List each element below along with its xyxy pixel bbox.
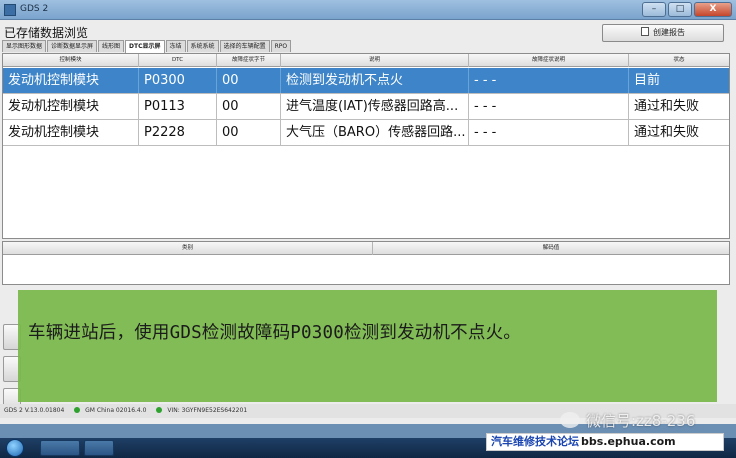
cell-module: 发动机控制模块	[3, 68, 139, 93]
cell-status: 通过和失败	[634, 99, 700, 114]
cell-dtc: P0113	[139, 94, 217, 119]
cell-status: 通过和失败	[634, 125, 700, 140]
detail-table: 类别 解码值	[2, 241, 730, 285]
wechat-id: 微信号:zz8-236	[586, 412, 696, 430]
column-header-decoded-value[interactable]: 解码值	[373, 242, 729, 255]
wechat-icon	[560, 412, 580, 428]
table-row[interactable]: 发动机控制模块 P0113 00 进气温度(IAT)传感器回路高... - - …	[3, 94, 729, 120]
taskbar-app-button[interactable]	[84, 440, 114, 456]
tab-diagnostic-data[interactable]: 诊断数据显示屏	[47, 40, 98, 52]
page-title: 已存储数据浏览	[4, 26, 89, 40]
app-icon	[4, 4, 16, 16]
tab-vehicle-config[interactable]: 选择的车辆配置	[219, 40, 270, 52]
tab-freeze[interactable]: 冻结	[165, 40, 186, 52]
detail-table-header: 类别 解码值	[3, 242, 729, 255]
cell-dtc: P0300	[139, 68, 217, 93]
cell-description: 大气压（BARO）传感器回路...	[281, 120, 469, 145]
caption-overlay: 车辆进站后，使用GDS检测故障码P0300检测到发动机不点火。	[18, 290, 717, 402]
document-icon	[641, 27, 649, 36]
wechat-watermark: 微信号:zz8-236	[560, 410, 695, 431]
status-data-version: GM China 02016.4.0	[85, 407, 147, 414]
taskbar-app-button[interactable]	[40, 440, 80, 456]
cell-description: 检测到发动机不点火	[281, 68, 469, 93]
tab-rpo[interactable]: RPO	[270, 40, 292, 52]
forum-name: 汽车维修技术论坛	[491, 435, 579, 448]
cell-description: 进气温度(IAT)传感器回路高...	[281, 94, 469, 119]
status-ok-icon	[156, 407, 163, 413]
dtc-table: 控制模块 DTC 故障症状字节 说明 故障症状说明 状态 发动机控制模块 P03…	[2, 53, 730, 239]
tab-bar: 显示图形数据 诊断数据显示屏 线形图 DTC显示屏 冻结 系统系统 选择的车辆配…	[2, 40, 292, 53]
tab-dtc-display[interactable]: DTC显示屏	[125, 40, 165, 53]
create-report-label: 创建报告	[653, 28, 685, 37]
dtc-table-header: 控制模块 DTC 故障症状字节 说明 故障症状说明 状态	[3, 54, 729, 67]
status-version: GDS 2 V.13.0.01804	[4, 407, 65, 414]
column-header-symptom-description[interactable]: 故障症状说明	[469, 54, 629, 67]
maximize-button[interactable]: □	[668, 2, 692, 17]
column-header-status[interactable]: 状态	[629, 54, 729, 67]
cell-module: 发动机控制模块	[3, 94, 139, 119]
cell-dtc: P2228	[139, 120, 217, 145]
status-vin: VIN: 3GYFN9E52ES642201	[167, 407, 248, 414]
caption-text: 车辆进站后，使用GDS检测故障码P0300检测到发动机不点火。	[28, 323, 521, 343]
tab-line-graph[interactable]: 线形图	[98, 40, 125, 52]
cell-symptom-description: - - -	[469, 94, 629, 119]
cell-symptom-description: - - -	[469, 68, 629, 93]
tab-graph-data[interactable]: 显示图形数据	[2, 40, 47, 52]
cell-symptom-byte: 00	[217, 68, 281, 93]
cell-module: 发动机控制模块	[3, 120, 139, 145]
column-header-category[interactable]: 类别	[3, 242, 373, 255]
column-header-description[interactable]: 说明	[281, 54, 469, 67]
start-orb-icon[interactable]	[6, 439, 24, 457]
create-report-button[interactable]: 创建报告	[602, 24, 724, 42]
minimize-button[interactable]: –	[642, 2, 666, 17]
cell-symptom-byte: 00	[217, 120, 281, 145]
forum-watermark: 汽车维修技术论坛 bbs.ephua.com	[486, 433, 724, 451]
close-button[interactable]: X	[694, 2, 732, 17]
status-ok-icon	[74, 407, 81, 413]
cell-symptom-description: - - -	[469, 120, 629, 145]
title-bar: GDS 2 – □ X	[0, 0, 736, 20]
table-row[interactable]: 发动机控制模块 P2228 00 大气压（BARO）传感器回路... - - -…	[3, 120, 729, 146]
window-controls: – □ X	[642, 2, 732, 17]
table-row[interactable]: 发动机控制模块 P0300 00 检测到发动机不点火 - - - 目前	[3, 68, 729, 94]
forum-url: bbs.ephua.com	[581, 435, 676, 448]
column-header-symptom-byte[interactable]: 故障症状字节	[217, 54, 281, 67]
cell-symptom-byte: 00	[217, 94, 281, 119]
column-header-module[interactable]: 控制模块	[3, 54, 139, 67]
cell-status: 目前	[634, 73, 661, 88]
tab-system[interactable]: 系统系统	[186, 40, 219, 52]
window-title: GDS 2	[20, 4, 49, 14]
column-header-dtc[interactable]: DTC	[139, 54, 217, 67]
